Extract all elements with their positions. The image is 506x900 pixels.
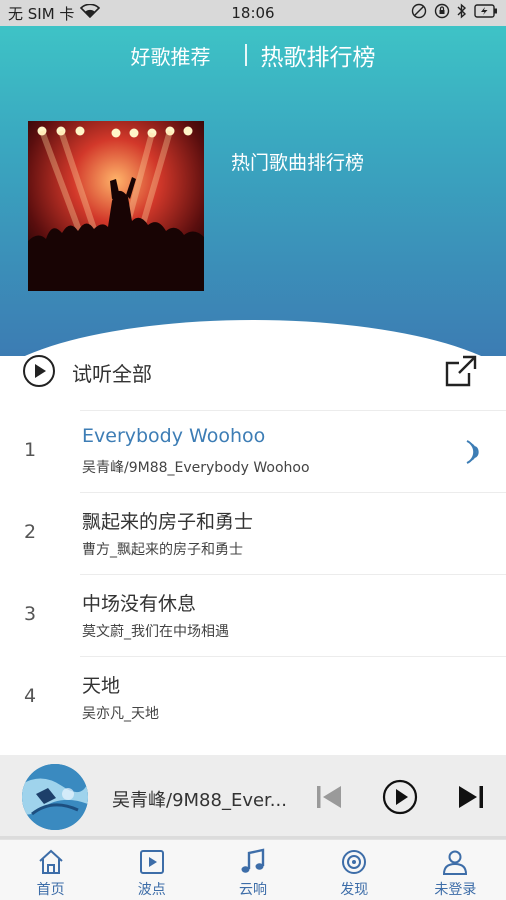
wifi-icon	[80, 3, 101, 22]
nav-bodian-label: 波点	[137, 882, 166, 898]
playlist-header: 好歌推荐 热歌排行榜 热门歌曲排行榜	[0, 26, 506, 356]
song-title: 天地	[82, 675, 121, 697]
song-row[interactable]: 1 Everybody Woohoo 吴青峰/9M88_Everybody Wo…	[24, 410, 506, 492]
bluetooth-icon	[457, 3, 467, 23]
play-all-icon[interactable]	[22, 354, 56, 388]
status-bar: 无 SIM 卡 18:06	[0, 0, 506, 26]
tab-divider	[244, 44, 247, 66]
nav-home[interactable]: 首页	[0, 840, 101, 900]
user-icon	[443, 850, 468, 875]
song-title: 中场没有休息	[82, 593, 197, 615]
nav-discover-label: 发现	[340, 882, 369, 898]
song-title: 飘起来的房子和勇士	[82, 511, 254, 533]
song-rank: 1	[23, 439, 37, 461]
discover-icon	[342, 850, 367, 874]
nav-bodian[interactable]: 波点	[101, 840, 202, 900]
song-title: Everybody Woohoo	[82, 425, 266, 447]
carrier-label: 无 SIM 卡	[8, 4, 75, 23]
tab-recommended[interactable]: 好歌推荐	[131, 41, 211, 70]
lock-icon	[434, 3, 450, 23]
play-pause-icon[interactable]	[382, 779, 418, 815]
now-playing-title[interactable]: 吴青峰/9M88_Ever...	[112, 786, 292, 812]
play-all-row: 试听全部	[0, 346, 506, 394]
battery-charging-icon	[474, 4, 498, 22]
song-subtitle: 莫文蔚_我们在中场相遇	[82, 624, 229, 640]
song-rank: 4	[23, 685, 37, 707]
nav-home-label: 首页	[36, 882, 65, 898]
song-row[interactable]: 4 天地 吴亦凡_天地	[24, 656, 506, 738]
mini-player: 吴青峰/9M88_Ever...	[0, 755, 506, 839]
music-note-icon	[241, 848, 265, 873]
nav-discover[interactable]: 发现	[304, 840, 405, 900]
home-icon	[38, 849, 63, 874]
song-rank: 2	[23, 521, 37, 543]
playlist-cover-image[interactable]	[28, 121, 204, 291]
nav-profile-label: 未登录	[434, 882, 477, 898]
nav-yunxiang[interactable]: 云响	[202, 840, 303, 900]
previous-track-icon[interactable]	[314, 782, 344, 812]
song-row[interactable]: 2 飘起来的房子和勇士 曹方_飘起来的房子和勇士	[24, 492, 506, 574]
bottom-navigation: 首页 波点 云响 发现 未登录	[0, 839, 506, 900]
song-rank: 3	[23, 603, 37, 625]
song-subtitle: 吴亦凡_天地	[82, 706, 159, 722]
song-list: 1 Everybody Woohoo 吴青峰/9M88_Everybody Wo…	[0, 410, 506, 738]
now-playing-album-art[interactable]	[22, 764, 88, 830]
song-row[interactable]: 3 中场没有休息 莫文蔚_我们在中场相遇	[24, 574, 506, 656]
video-icon	[139, 850, 164, 874]
nav-yunxiang-label: 云响	[239, 882, 267, 898]
nav-profile[interactable]: 未登录	[405, 840, 506, 900]
song-subtitle: 吴青峰/9M88_Everybody Woohoo	[82, 460, 310, 476]
tab-hot-chart[interactable]: 热歌排行榜	[261, 38, 376, 72]
song-subtitle: 曹方_飘起来的房子和勇士	[82, 542, 243, 558]
no-sound-icon	[411, 3, 427, 23]
playlist-title: 热门歌曲排行榜	[231, 152, 365, 174]
next-track-icon[interactable]	[456, 782, 486, 812]
play-all-label[interactable]: 试听全部	[72, 358, 152, 387]
now-playing-icon	[464, 435, 486, 469]
top-tabs: 好歌推荐 热歌排行榜	[0, 38, 506, 72]
share-icon[interactable]	[443, 353, 479, 389]
